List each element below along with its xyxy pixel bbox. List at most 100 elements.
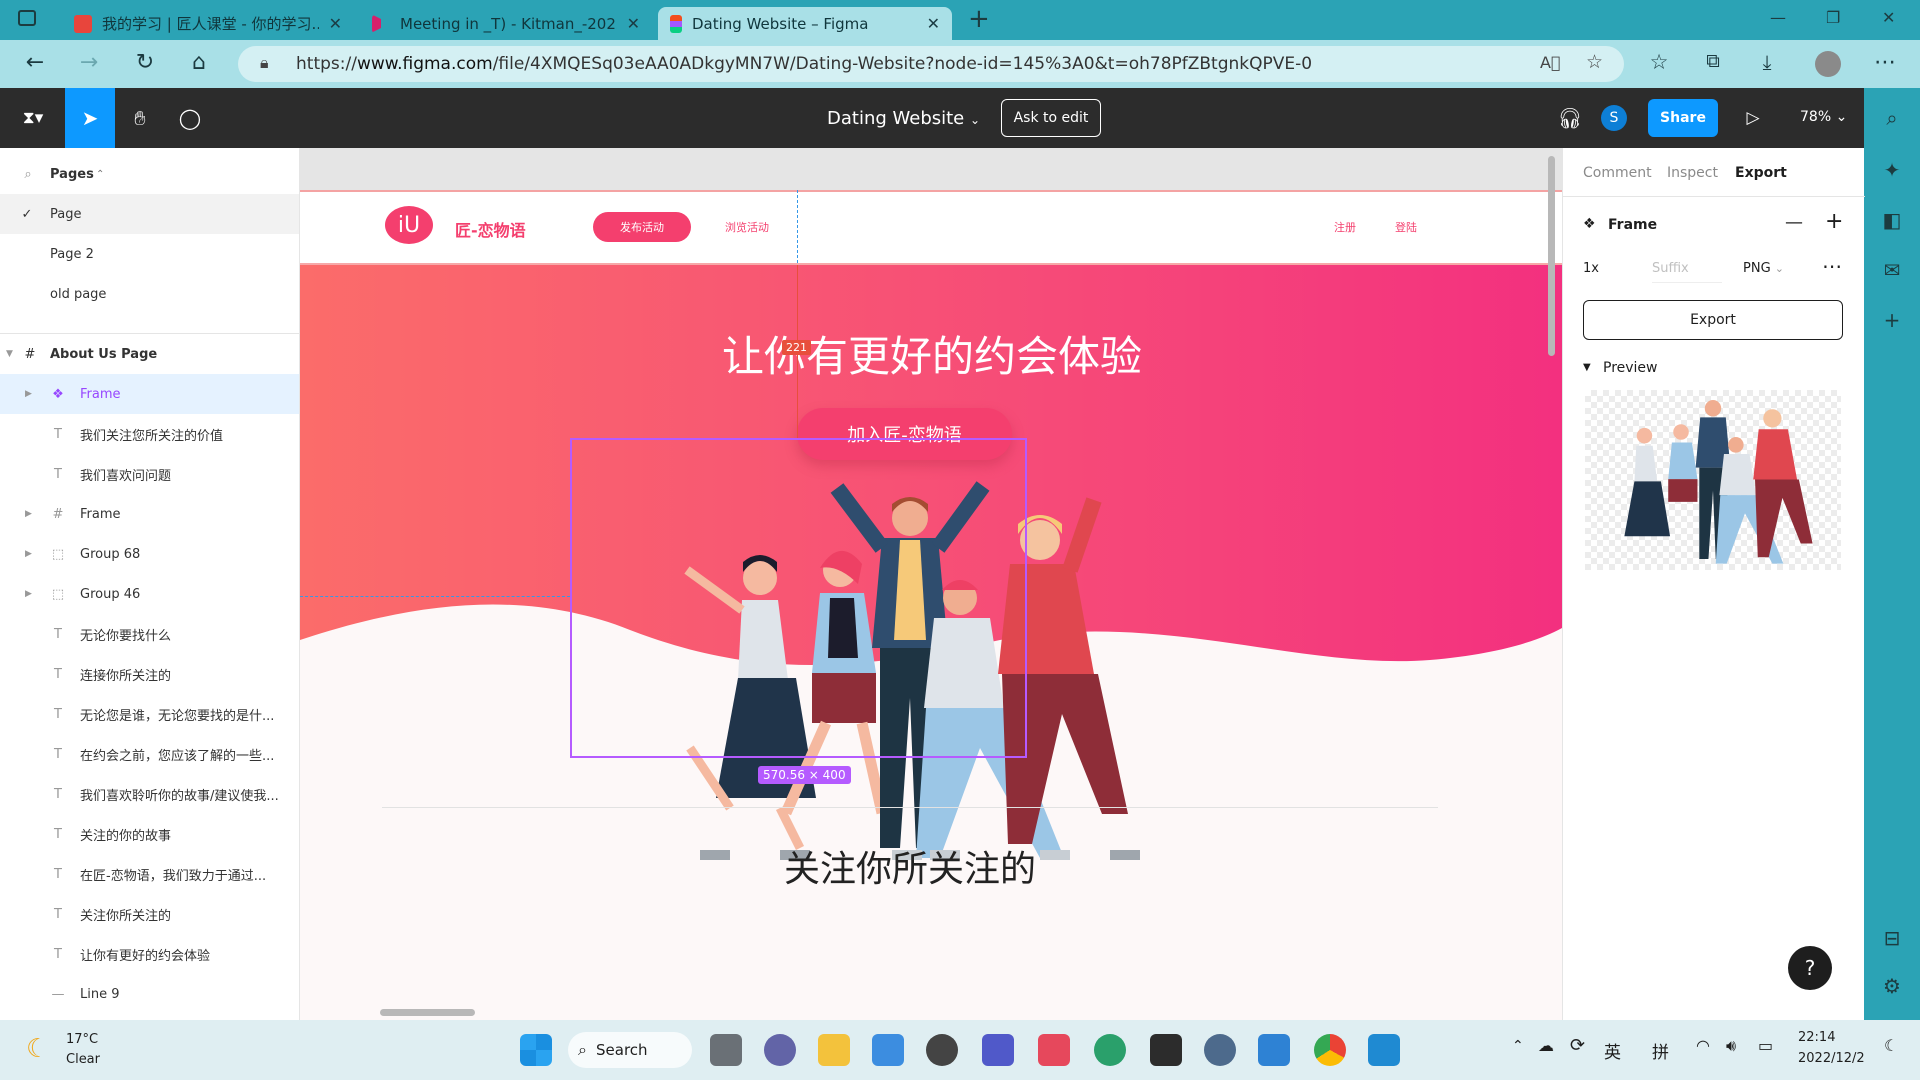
terminal-icon[interactable] <box>1150 1034 1182 1066</box>
close-tab-icon[interactable]: ✕ <box>927 14 940 33</box>
tab-inspect[interactable]: Inspect <box>1667 165 1718 181</box>
layer-item[interactable]: ▶ ⬚ Group 68 <box>0 534 299 574</box>
move-tool-icon[interactable]: ➤ <box>65 88 115 148</box>
layer-item[interactable]: T 关注的你的故事 <box>0 814 299 854</box>
close-window-icon[interactable]: ✕ <box>1882 8 1895 27</box>
profile-avatar[interactable] <box>1815 51 1841 77</box>
home-icon[interactable]: ⌂ <box>184 50 214 75</box>
design-frame[interactable]: iU 匠-恋物语 发布活动 浏览活动 注册 登陆 让你有更好的约会体验 加入匠-… <box>300 190 1562 1020</box>
ask-to-edit-button[interactable]: Ask to edit <box>1001 99 1101 137</box>
layer-item[interactable]: T 我们喜欢聆听你的故事/建议使我... <box>0 774 299 814</box>
more-menu-icon[interactable]: ⋯ <box>1870 50 1900 75</box>
meet-icon[interactable] <box>764 1034 796 1066</box>
outlook-icon[interactable]: ✉ <box>1880 258 1904 282</box>
layer-item[interactable]: T 在约会之前，您应该了解的一些... <box>0 734 299 774</box>
layer-item[interactable]: T 连接你所关注的 <box>0 654 299 694</box>
weather-desc[interactable]: Clear <box>66 1052 100 1067</box>
hand-tool-icon[interactable]: ✋︎ <box>115 88 165 148</box>
layer-section[interactable]: ▼ # About Us Page <box>0 334 299 374</box>
layer-item[interactable]: ▶ ⬚ Group 46 <box>0 574 299 614</box>
add-icon[interactable]: + <box>1880 308 1904 332</box>
caret-down-icon[interactable]: ▼ <box>1583 362 1591 373</box>
volume-icon[interactable]: 🔊︎ <box>1726 1036 1736 1056</box>
caret-down-icon[interactable]: ▼ <box>6 349 13 359</box>
suffix-field[interactable]: Suffix <box>1652 261 1722 283</box>
layer-item[interactable]: — Line 9 <box>0 974 299 1014</box>
edge-icon[interactable] <box>1094 1034 1126 1066</box>
new-tab-icon[interactable]: + <box>968 4 990 34</box>
teams-icon[interactable] <box>982 1034 1014 1066</box>
tab-comment[interactable]: Comment <box>1583 165 1652 181</box>
layer-item[interactable]: T 在匠-恋物语，我们致力于通过... <box>0 854 299 894</box>
remove-export-icon[interactable]: — <box>1785 212 1803 233</box>
vertical-scrollbar[interactable] <box>1548 156 1555 356</box>
clock-date[interactable]: 2022/12/2 <box>1798 1051 1865 1066</box>
share-button[interactable]: Share <box>1648 99 1718 137</box>
settings-icon[interactable] <box>1204 1034 1236 1066</box>
add-export-icon[interactable]: + <box>1825 209 1843 234</box>
downloads-icon[interactable]: ⤓ <box>1752 50 1782 74</box>
export-button[interactable]: Export <box>1583 300 1843 340</box>
audio-icon[interactable]: 🎧︎ <box>1545 88 1595 148</box>
caret-right-icon[interactable]: ▶ <box>25 589 32 599</box>
clock-time[interactable]: 22:14 <box>1798 1030 1835 1045</box>
layer-item[interactable]: T 无论您是谁，无论您要找的是什... <box>0 694 299 734</box>
layer-item[interactable]: T 我们喜欢问问题 <box>0 454 299 494</box>
tab-actions-icon[interactable] <box>18 10 36 26</box>
comment-tool-icon[interactable]: ◯ <box>165 88 215 148</box>
lock-icon[interactable]: 🔒︎ <box>260 53 269 73</box>
chrome-icon[interactable] <box>1314 1034 1346 1066</box>
search-icon[interactable]: ⌕ <box>1880 106 1904 130</box>
maximize-icon[interactable]: ❐ <box>1826 8 1840 27</box>
canvas[interactable]: iU 匠-恋物语 发布活动 浏览活动 注册 登陆 让你有更好的约会体验 加入匠-… <box>300 148 1562 1020</box>
tab-learning[interactable]: 我的学习 | 匠人课堂 - 你的学习... ✕ <box>62 7 354 40</box>
vscode-icon[interactable] <box>1368 1034 1400 1066</box>
sync-icon[interactable]: ⟳ <box>1570 1035 1585 1056</box>
zoom-dropdown[interactable]: 78% ⌄ <box>1800 109 1847 125</box>
back-icon[interactable]: ← <box>20 50 50 75</box>
chevron-up-icon[interactable]: ⌃ <box>1512 1038 1524 1054</box>
horizontal-scrollbar[interactable] <box>380 1009 475 1016</box>
weather-temp[interactable]: 17°C <box>66 1032 98 1047</box>
start-icon[interactable] <box>520 1034 552 1066</box>
figma-menu-icon[interactable]: ⧗▾ <box>8 88 58 148</box>
layer-item[interactable]: T 无论你要找什么 <box>0 614 299 654</box>
user-avatar[interactable]: S <box>1601 105 1627 131</box>
tab-export[interactable]: Export <box>1735 165 1787 181</box>
present-icon[interactable]: ▷ <box>1728 88 1778 148</box>
dictionary-icon[interactable] <box>1258 1034 1290 1066</box>
close-tab-icon[interactable]: ✕ <box>329 14 342 33</box>
caret-right-icon[interactable]: ▶ <box>25 509 32 519</box>
file-explorer-icon[interactable] <box>818 1034 850 1066</box>
tab-meeting[interactable]: Meeting in _T) - Kitman_-2022... ✕ <box>360 7 652 40</box>
refresh-icon[interactable]: ↻ <box>130 50 160 75</box>
discover-icon[interactable]: ✦ <box>1880 158 1904 182</box>
format-dropdown[interactable]: PNG ⌄ <box>1743 261 1784 276</box>
help-button[interactable]: ? <box>1788 946 1832 990</box>
ime-mode[interactable]: 拼 <box>1652 1038 1669 1063</box>
pages-header[interactable]: ⌕ Pages ⌃ <box>0 154 299 194</box>
onedrive-icon[interactable]: ☁ <box>1538 1036 1554 1055</box>
battery-icon[interactable]: ▭ <box>1758 1036 1773 1055</box>
url-bar[interactable]: 🔒︎ https://www.figma.com/file/4XMQESq03e… <box>238 46 1624 82</box>
wifi-icon[interactable]: ◠ <box>1696 1036 1710 1055</box>
scale-field[interactable]: 1x <box>1583 261 1599 276</box>
selected-frame-outline[interactable] <box>570 438 1027 758</box>
layer-item[interactable]: ▶ # Frame <box>0 494 299 534</box>
settings-icon[interactable]: ⚙ <box>1880 974 1904 998</box>
url-text[interactable]: https://www.figma.com/file/4XMQESq03eAA0… <box>296 54 1312 74</box>
favorites-icon[interactable]: ☆ <box>1644 50 1674 74</box>
tab-figma[interactable]: Dating Website – Figma ✕ <box>658 7 952 40</box>
caret-right-icon[interactable]: ▶ <box>25 389 32 399</box>
office-icon[interactable]: ◧ <box>1880 208 1904 232</box>
layer-item[interactable]: T 关注你所关注的 <box>0 894 299 934</box>
page-item[interactable]: ✓ Page <box>0 194 299 234</box>
collections-icon[interactable]: ⧉ <box>1698 50 1728 72</box>
read-aloud-icon[interactable]: A᪲ <box>1540 53 1561 72</box>
snipping-tool-icon[interactable] <box>1038 1034 1070 1066</box>
chevron-up-icon[interactable]: ⌃ <box>96 169 104 180</box>
store-icon[interactable] <box>872 1034 904 1066</box>
hide-sidebar-icon[interactable]: ⊟ <box>1880 926 1904 950</box>
search-box[interactable]: ⌕ Search <box>568 1032 692 1068</box>
preview-label[interactable]: Preview <box>1603 360 1658 376</box>
